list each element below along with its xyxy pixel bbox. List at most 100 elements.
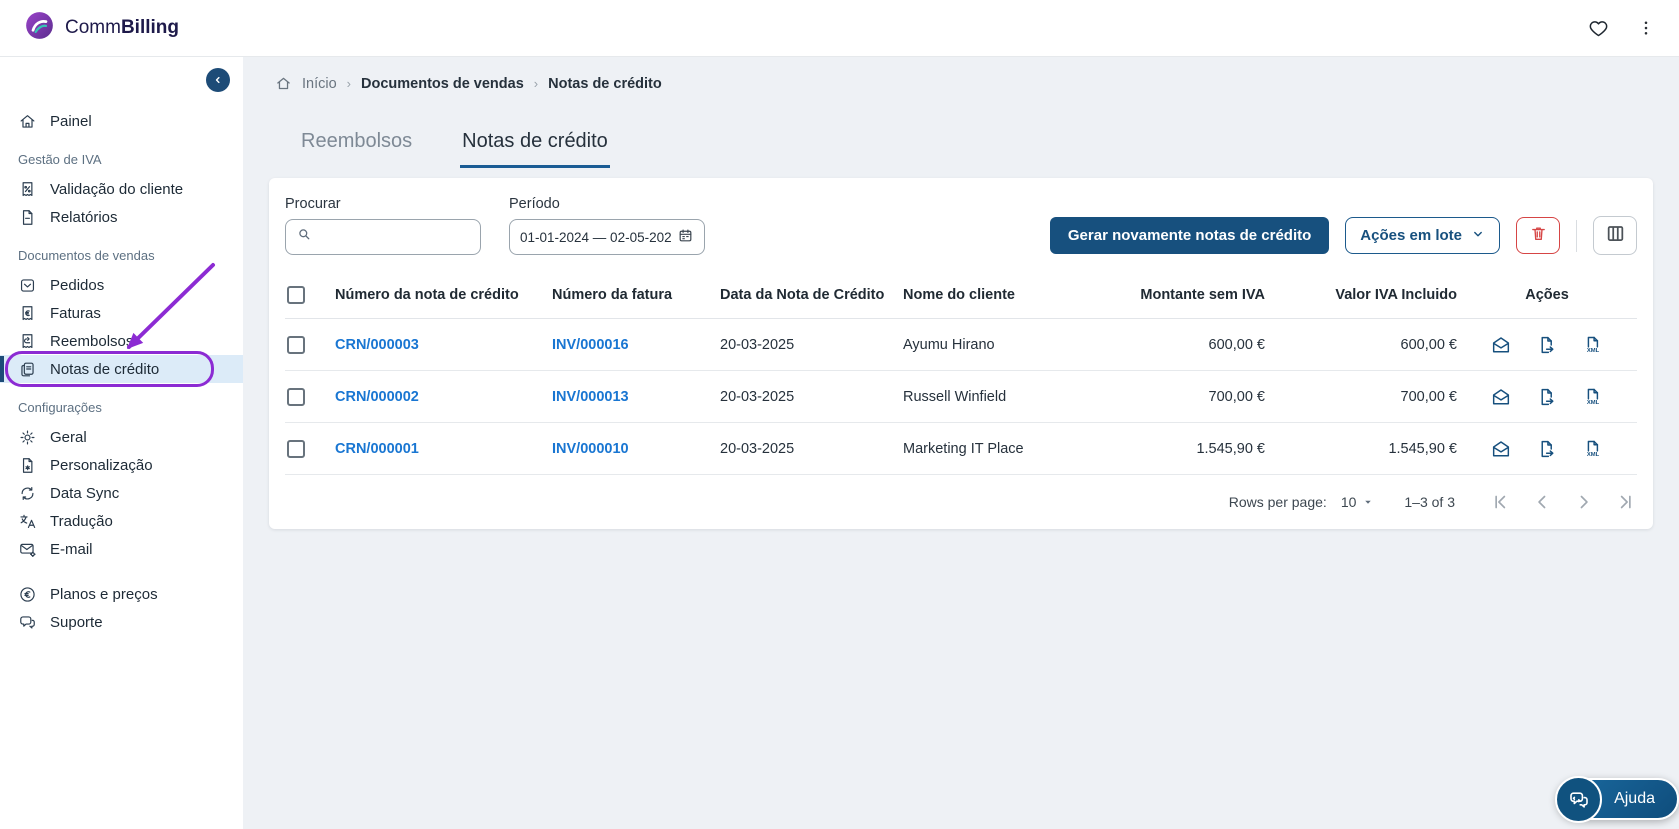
column-header: Número da fatura (552, 286, 673, 303)
amount-with-vat: 1.545,90 € (1388, 440, 1457, 457)
credit-notes-icon (18, 360, 37, 379)
home-icon[interactable] (275, 75, 292, 92)
calendar-icon (677, 227, 694, 247)
help-label: Ajuda (1614, 790, 1655, 807)
credit-note-link[interactable]: CRN/000002 (335, 389, 552, 405)
sidebar-collapse-button[interactable] (206, 68, 230, 92)
period-input[interactable]: 01-01-2024 — 02-05-202 (509, 219, 705, 255)
export-document-icon[interactable] (1536, 334, 1558, 356)
trash-icon (1529, 224, 1548, 248)
columns-button[interactable] (1593, 216, 1637, 255)
sidebar-item-label: Relatórios (50, 208, 118, 226)
sidebar-item-geral[interactable]: Geral (0, 423, 243, 451)
sidebar-section-configuracoes: Configurações (18, 400, 102, 415)
sidebar-item-label: Personalização (50, 456, 153, 474)
sidebar-nav: Painel Gestão de IVA Validação do client… (0, 57, 243, 636)
rows-per-page-select[interactable]: 10 (1341, 494, 1375, 510)
amount-without-vat: 600,00 € (1208, 336, 1265, 353)
invoice-link[interactable]: INV/000010 (552, 441, 720, 457)
amount-without-vat: 1.545,90 € (1196, 440, 1265, 457)
credit-note-link[interactable]: CRN/000003 (335, 337, 552, 353)
sidebar-item-validacao-do-cliente[interactable]: Validação do cliente (0, 175, 243, 203)
rows-per-page-label: Rows per page: (1228, 494, 1327, 510)
help-button[interactable]: Ajuda (1555, 776, 1679, 823)
brand-logo[interactable]: CommBilling (24, 10, 179, 46)
download-xml-icon[interactable]: XML (1582, 438, 1604, 460)
brand-name: CommBilling (65, 17, 180, 38)
sidebar-item-data-sync[interactable]: Data Sync (0, 479, 243, 507)
column-header: Ações (1525, 286, 1569, 303)
sidebar: Painel Gestão de IVA Validação do client… (0, 57, 243, 829)
gear-icon (18, 428, 37, 447)
row-checkbox[interactable] (287, 335, 305, 354)
send-email-icon[interactable] (1490, 334, 1512, 356)
row-actions: XML (1457, 334, 1637, 356)
invoice-link[interactable]: INV/000016 (552, 337, 720, 353)
select-all-checkbox[interactable] (287, 285, 305, 304)
search-input[interactable] (321, 227, 470, 247)
table-row: CRN/000003 INV/000016 20-03-2025 Ayumu H… (285, 319, 1637, 371)
columns-icon (1605, 223, 1626, 249)
search-icon (296, 226, 313, 248)
tab-notas-de-credito[interactable]: Notas de crédito (460, 130, 610, 168)
row-checkbox[interactable] (287, 439, 305, 458)
tab-reembolsos[interactable]: Reembolsos (299, 130, 414, 168)
sidebar-item-relatorios[interactable]: Relatórios (0, 203, 243, 231)
amount-with-vat: 600,00 € (1400, 336, 1457, 353)
euro-circle-icon (18, 585, 37, 604)
delete-button[interactable] (1516, 217, 1560, 254)
download-xml-icon[interactable]: XML (1582, 386, 1604, 408)
sidebar-item-label: Tradução (50, 512, 113, 530)
download-xml-icon[interactable]: XML (1582, 334, 1604, 356)
search-field: Procurar (285, 196, 481, 255)
rows-per-page-value: 10 (1340, 494, 1357, 510)
export-document-icon[interactable] (1536, 386, 1558, 408)
svg-text:XML: XML (1587, 451, 1600, 457)
period-field: Período 01-01-2024 — 02-05-202 (509, 196, 705, 255)
document-icon (18, 208, 37, 227)
pagination-nav (1489, 491, 1637, 513)
column-header: Data da Nota de Crédito (720, 286, 885, 303)
credit-note-link[interactable]: CRN/000001 (335, 441, 552, 457)
breadcrumb-item-inicio[interactable]: Início (302, 76, 337, 92)
sidebar-item-notas-de-credito[interactable]: Notas de crédito (0, 351, 243, 387)
help-chat-icon (1555, 776, 1603, 823)
sidebar-item-pedidos[interactable]: Pedidos (0, 271, 243, 299)
batch-actions-label: Ações em lote (1360, 227, 1462, 244)
send-email-icon[interactable] (1490, 386, 1512, 408)
sidebar-item-suporte[interactable]: Suporte (0, 608, 243, 636)
search-label: Procurar (285, 196, 341, 212)
sidebar-item-faturas[interactable]: Faturas (0, 299, 243, 327)
send-email-icon[interactable] (1490, 438, 1512, 460)
column-header: Montante sem IVA (1140, 286, 1265, 303)
toolbar-buttons: Gerar novamente notas de crédito Ações e… (1049, 216, 1637, 255)
next-page-icon[interactable] (1573, 491, 1595, 513)
sidebar-item-label: Suporte (50, 613, 103, 631)
breadcrumb-separator: › (346, 76, 352, 91)
sidebar-item-personalizacao[interactable]: Personalização (0, 451, 243, 479)
filter-toolbar-row: Procurar Período 01-01-2024 — 02-05-202 (285, 196, 1637, 255)
sidebar-item-email[interactable]: E-mail (0, 535, 243, 563)
sidebar-item-painel[interactable]: Painel (0, 107, 243, 135)
app-screen: CommBilling Painel Gestão de IVA Validaç… (0, 0, 1679, 829)
previous-page-icon[interactable] (1531, 491, 1553, 513)
sidebar-item-planos-e-precos[interactable]: Planos e preços (0, 580, 243, 608)
first-page-icon[interactable] (1489, 491, 1511, 513)
regenerate-credit-notes-button[interactable]: Gerar novamente notas de crédito (1049, 217, 1330, 254)
invoice-link[interactable]: INV/000013 (552, 389, 720, 405)
sidebar-item-traducao[interactable]: Tradução (0, 507, 243, 535)
row-checkbox[interactable] (287, 387, 305, 406)
column-header: Valor IVA Incluido (1335, 286, 1457, 303)
batch-actions-button[interactable]: Ações em lote (1345, 217, 1500, 254)
breadcrumb-item-notas-de-credito: Notas de crédito (548, 75, 662, 92)
column-header: Número da nota de crédito (335, 286, 519, 303)
last-page-icon[interactable] (1615, 491, 1637, 513)
brand-logo-icon (24, 10, 55, 46)
tabs: Reembolsos Notas de crédito (299, 130, 1653, 168)
kebab-menu-icon[interactable] (1637, 18, 1655, 38)
export-document-icon[interactable] (1536, 438, 1558, 460)
chevron-down-icon (1365, 500, 1372, 504)
heart-icon[interactable] (1588, 18, 1609, 39)
sidebar-item-reembolsos[interactable]: Reembolsos (0, 327, 243, 355)
breadcrumb-item-documentos-de-vendas[interactable]: Documentos de vendas (361, 76, 524, 92)
